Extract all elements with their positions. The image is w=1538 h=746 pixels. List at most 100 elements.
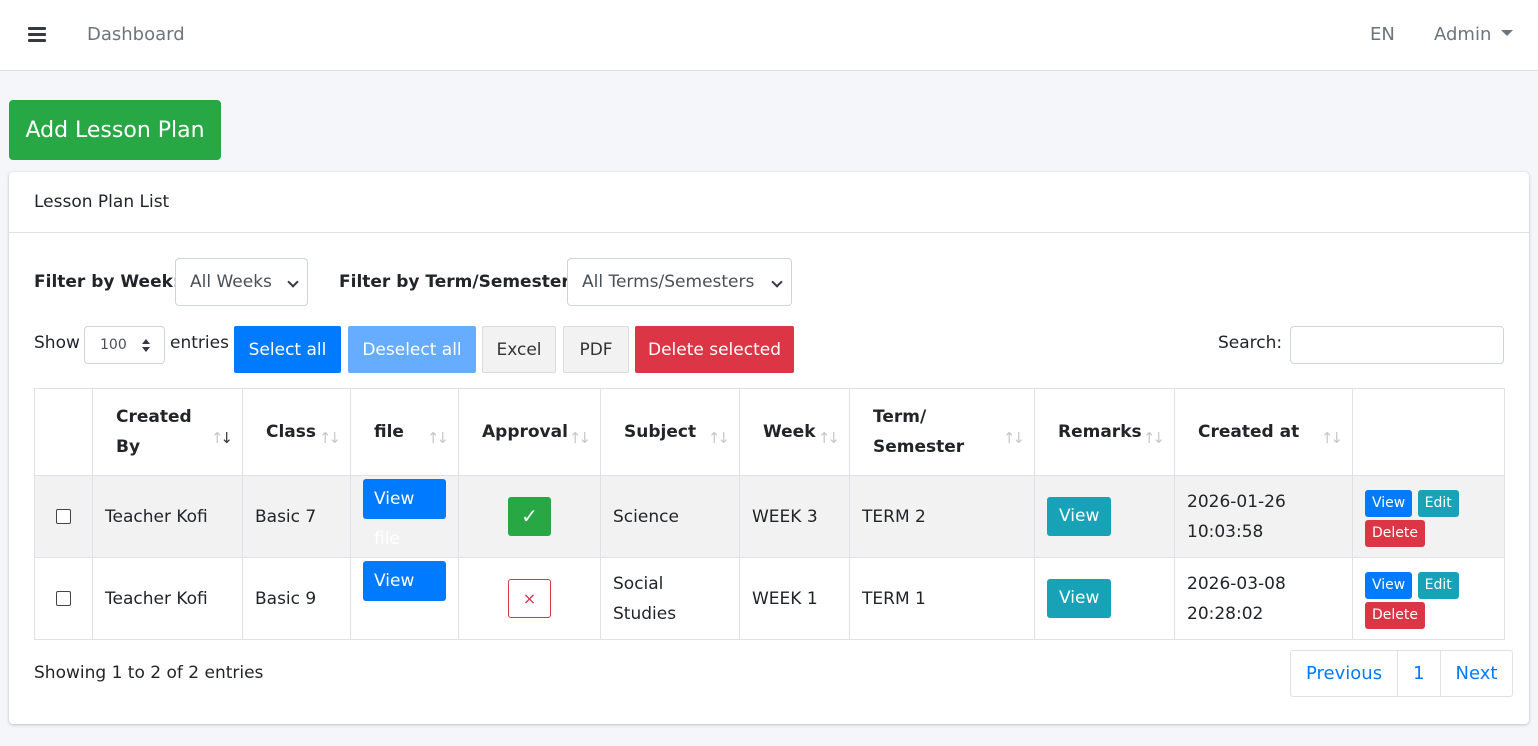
previous-page-button[interactable]: Previous [1291,651,1397,696]
row-checkbox[interactable] [56,509,71,524]
check-icon[interactable]: ✓ [508,497,551,536]
subject-line1: Social [613,573,664,594]
table-row: Teacher Kofi Basic 9 View file × Social S… [34,557,1505,640]
filter-week-select[interactable]: All Weeks [175,258,308,306]
edit-button[interactable]: Edit [1417,571,1459,599]
row-select-cell [34,475,93,558]
pagination: Previous 1 Next [1290,650,1514,697]
pdf-button[interactable]: PDF [563,326,629,373]
header-subject[interactable]: Subject ↑↓ [600,388,740,476]
created-date: 2026-03-08 [1187,573,1286,594]
cell-created-by: Teacher Kofi [92,557,243,640]
filter-term-label: Filter by Term/Semester: [339,272,577,292]
sort-icon: ↑↓ [707,429,730,447]
delete-selected-button[interactable]: Delete selected [635,326,794,373]
cell-created-at: 2026-01-26 10:03:58 [1174,475,1353,558]
cell-created-at: 2026-03-08 20:28:02 [1174,557,1353,640]
deselect-all-button[interactable]: Deselect all [348,326,476,373]
cell-file: View file [350,557,459,640]
sort-icon: ↑↓ [318,429,341,447]
page-length-select[interactable]: 100 [84,326,165,364]
view-button[interactable]: View [1365,571,1413,599]
sort-icon: ↑↓ [568,429,591,447]
header-subject-label: Subject [624,422,697,442]
view-remarks-button[interactable]: View [1047,579,1112,618]
lesson-plan-card: Lesson Plan List Filter by Week: All Wee… [9,172,1529,724]
view-remarks-button[interactable]: View [1047,497,1112,536]
top-navbar: Dashboard EN Admin [0,0,1538,71]
select-all-button[interactable]: Select all [234,326,341,373]
delete-button[interactable]: Delete [1365,519,1425,547]
chevron-down-icon [771,276,783,288]
header-week[interactable]: Week ↑↓ [739,388,850,476]
delete-button[interactable]: Delete [1365,601,1425,629]
header-created-by[interactable]: Created By ↑↓ [92,388,243,476]
view-file-button[interactable]: View file [363,561,446,631]
header-created-by-line1: Created [116,407,192,427]
row-checkbox[interactable] [56,591,71,606]
header-class-label: Class [266,422,317,442]
filter-term-select[interactable]: All Terms/Semesters [567,258,792,306]
header-created-by-line2: By [116,437,141,457]
filter-week-value: All Weeks [190,272,272,292]
chevron-down-icon [287,276,299,288]
cell-week: WEEK 3 [739,475,850,558]
add-lesson-plan-button[interactable]: Add Lesson Plan [9,100,221,160]
table-header-row: Created By ↑↓ Class ↑↓ file ↑↓ Approval ↑↓ Su… [34,388,1505,476]
close-icon[interactable]: × [508,579,551,618]
cell-actions: View Edit Delete [1352,475,1505,558]
header-created-at-label: Created at [1198,422,1300,442]
table-info: Showing 1 to 2 of 2 entries [34,663,264,683]
user-menu-label: Admin [1434,24,1492,45]
header-approval[interactable]: Approval ↑↓ [458,388,601,476]
language-selector[interactable]: EN [1370,24,1395,46]
header-file-label: file [374,422,404,442]
cell-term: TERM 2 [849,475,1035,558]
caret-down-icon [142,347,150,352]
header-approval-label: Approval [482,422,568,442]
subject-line2: Studies [613,603,677,624]
sort-icon: ↑↓ [426,429,449,447]
cell-subject: Social Studies [600,557,740,640]
edit-button[interactable]: Edit [1417,489,1459,517]
cell-class: Basic 9 [242,557,351,640]
table-row: Teacher Kofi Basic 7 View file ✓ Science… [34,475,1505,558]
cell-class: Basic 7 [242,475,351,558]
created-time: 20:28:02 [1187,603,1264,624]
cell-actions: View Edit Delete [1352,557,1505,640]
header-class[interactable]: Class ↑↓ [242,388,351,476]
caret-down-icon [1501,30,1514,36]
next-page-button[interactable]: Next [1439,651,1513,696]
header-file[interactable]: file ↑↓ [350,388,459,476]
created-date: 2026-01-26 [1187,491,1286,512]
header-remarks-label: Remarks [1058,422,1142,442]
cell-remarks: View [1034,557,1175,640]
search-label: Search: [1218,333,1283,353]
header-week-label: Week [763,422,816,442]
excel-button[interactable]: Excel [482,326,556,373]
header-select [34,388,93,476]
cell-created-by: Teacher Kofi [92,475,243,558]
created-time: 10:03:58 [1187,521,1264,542]
header-remarks[interactable]: Remarks ↑↓ [1034,388,1175,476]
search-input[interactable] [1290,326,1504,364]
cell-approval: × [458,557,601,640]
row-select-cell [34,557,93,640]
lesson-plan-table: Created By ↑↓ Class ↑↓ file ↑↓ Approval ↑↓ Su… [34,388,1505,640]
header-term-line2: Semester [873,437,965,457]
card-header: Lesson Plan List [9,172,1529,233]
sort-icon: ↑↓ [1002,429,1025,447]
header-created-at[interactable]: Created at ↑↓ [1174,388,1353,476]
header-term-line1: Term/ [873,407,927,427]
cell-file: View file [350,475,459,558]
cell-subject: Science [600,475,740,558]
view-button[interactable]: View [1365,489,1413,517]
sort-icon: ↑↓ [817,429,840,447]
view-file-button[interactable]: View file [363,479,446,549]
bars-icon[interactable] [24,22,50,48]
sort-icon: ↑↓ [1142,429,1165,447]
nav-link-dashboard[interactable]: Dashboard [87,24,185,46]
page-1-button[interactable]: 1 [1397,651,1439,696]
header-term[interactable]: Term/Semester ↑↓ [849,388,1035,476]
user-menu[interactable]: Admin [1434,24,1514,46]
